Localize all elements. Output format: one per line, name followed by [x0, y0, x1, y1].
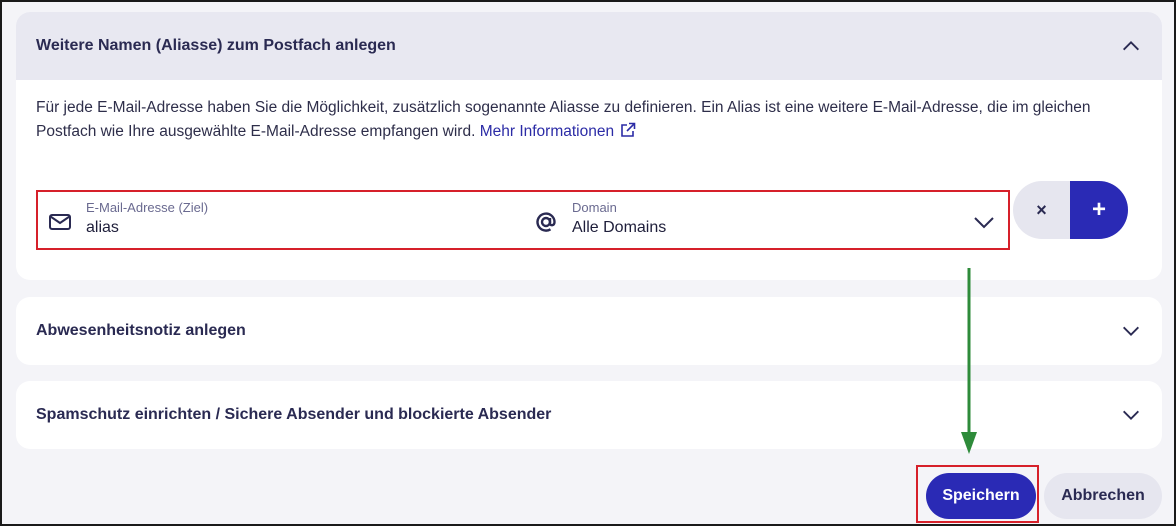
- domain-field-label: Domain: [572, 200, 617, 215]
- absence-panel-title: Abwesenheitsnotiz anlegen: [36, 322, 246, 339]
- chevron-down-icon[interactable]: [1120, 320, 1142, 342]
- page-frame: Weitere Namen (Aliasse) zum Postfach anl…: [0, 0, 1176, 526]
- alias-panel-title: Weitere Namen (Aliasse) zum Postfach anl…: [36, 37, 396, 54]
- alias-panel: Weitere Namen (Aliasse) zum Postfach anl…: [16, 12, 1162, 280]
- spam-panel[interactable]: Spamschutz einrichten / Sichere Absender…: [16, 381, 1162, 449]
- alias-input-row: E-Mail-Adresse (Ziel) alias Domain Alle …: [36, 190, 1010, 250]
- spam-panel-title: Spamschutz einrichten / Sichere Absender…: [36, 406, 552, 423]
- more-info-link[interactable]: Mehr Informationen: [480, 122, 636, 140]
- alias-action-buttons: × +: [1013, 181, 1128, 239]
- chevron-down-icon[interactable]: [1120, 404, 1142, 426]
- more-info-link-label[interactable]: Mehr Informationen: [480, 123, 614, 140]
- email-field[interactable]: alias: [86, 219, 119, 237]
- chevron-up-icon[interactable]: [1120, 35, 1142, 57]
- chevron-down-icon[interactable]: [972, 210, 996, 234]
- save-button[interactable]: Speichern: [926, 473, 1036, 519]
- cancel-button[interactable]: Abbrechen: [1044, 473, 1162, 519]
- external-link-icon[interactable]: [620, 122, 636, 138]
- domain-select[interactable]: Alle Domains: [572, 219, 666, 237]
- annotation-arrow-icon: [961, 268, 977, 454]
- alias-panel-header[interactable]: Weitere Namen (Aliasse) zum Postfach anl…: [16, 12, 1162, 80]
- alias-description: Für jede E-Mail-Adresse haben Sie die Mö…: [36, 96, 1146, 144]
- at-sign-icon: [536, 212, 556, 232]
- email-field-label: E-Mail-Adresse (Ziel): [86, 200, 209, 215]
- add-alias-button[interactable]: +: [1070, 181, 1128, 239]
- envelope-icon: [49, 214, 71, 230]
- remove-alias-button[interactable]: ×: [1013, 181, 1070, 239]
- absence-panel[interactable]: Abwesenheitsnotiz anlegen: [16, 297, 1162, 365]
